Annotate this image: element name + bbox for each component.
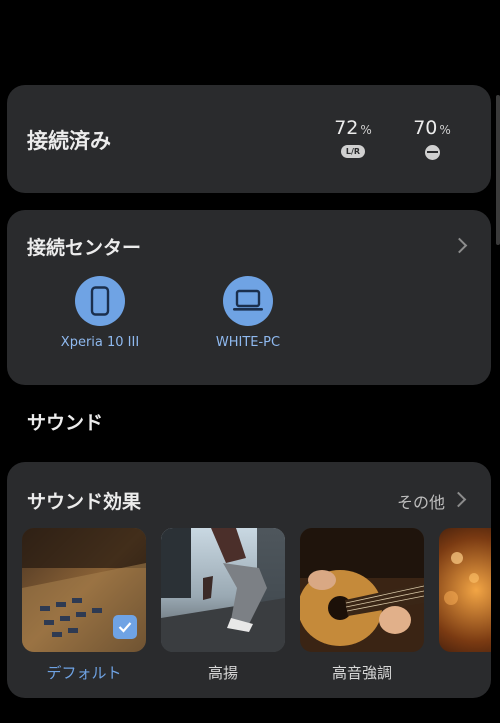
- connection-center-title: 接続センター: [27, 237, 142, 259]
- case-battery-unit: %: [439, 123, 451, 137]
- preset-treble-thumbnail[interactable]: [300, 528, 424, 652]
- device-white-pc[interactable]: WHITE-PC: [193, 276, 303, 352]
- device-label: Xperia 10 III: [60, 335, 140, 350]
- chevron-right-icon[interactable]: [450, 491, 467, 508]
- smartphone-icon: [75, 276, 125, 326]
- sound-effects-card: サウンド効果 その他 デフォルト 高揚 高音強調: [7, 462, 491, 698]
- case-battery: 70%: [402, 117, 462, 160]
- earbuds-battery-unit: %: [360, 123, 372, 137]
- chevron-right-icon[interactable]: [451, 237, 468, 254]
- preset-default-label[interactable]: デフォルト: [22, 662, 146, 683]
- preset-bass-label[interactable]: 音: [439, 662, 491, 683]
- preset-uplift-thumbnail[interactable]: [161, 528, 285, 652]
- sound-effects-title: サウンド効果: [27, 491, 142, 513]
- scrollbar[interactable]: [496, 95, 500, 245]
- preset-bass-thumbnail[interactable]: [439, 528, 491, 652]
- earbuds-lr-badge: L/R: [341, 145, 365, 158]
- connected-title: 接続済み: [27, 129, 111, 153]
- case-icon: [424, 145, 440, 160]
- earbuds-battery: 72% L/R: [323, 117, 383, 158]
- laptop-icon: [223, 276, 273, 326]
- preset-treble-label[interactable]: 高音強調: [300, 662, 424, 683]
- device-xperia[interactable]: Xperia 10 III: [45, 276, 155, 352]
- connection-center-card[interactable]: 接続センター Xperia 10 III WHITE-PC: [7, 210, 491, 385]
- more-link[interactable]: その他: [397, 489, 445, 513]
- device-label: WHITE-PC: [215, 335, 281, 350]
- earbuds-battery-value: 72: [334, 117, 359, 139]
- connected-card: 接続済み 72% L/R 70%: [7, 85, 491, 193]
- preset-default-thumbnail[interactable]: [22, 528, 146, 652]
- preset-uplift-label[interactable]: 高揚: [161, 662, 285, 683]
- selected-check-icon: [113, 615, 137, 639]
- case-battery-value: 70: [413, 117, 438, 139]
- sound-section-heading: サウンド: [27, 412, 104, 434]
